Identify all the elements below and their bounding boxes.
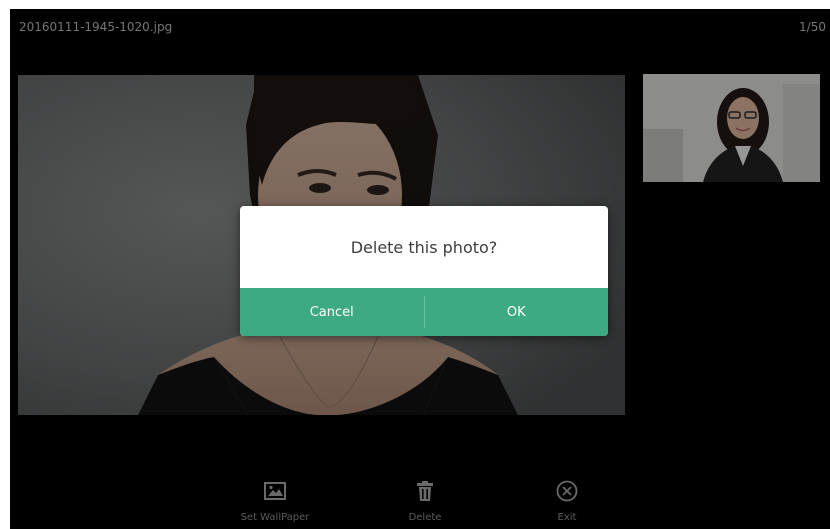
bottom-toolbar: Set WallPaper Delete Exit bbox=[10, 479, 830, 529]
close-circle-icon bbox=[555, 479, 579, 503]
photo-viewer-screen: 20160111-1945-1020.jpg 1/50 Delete this … bbox=[10, 9, 830, 529]
delete-button[interactable]: Delete bbox=[380, 479, 470, 529]
dialog-actions: Cancel OK bbox=[240, 288, 608, 336]
dialog-message: Delete this photo? bbox=[350, 237, 498, 257]
delete-confirm-dialog: Delete this photo? Cancel OK bbox=[240, 206, 608, 336]
set-wallpaper-button[interactable]: Set WallPaper bbox=[230, 479, 320, 529]
ok-button[interactable]: OK bbox=[425, 288, 609, 336]
delete-label: Delete bbox=[408, 512, 442, 523]
exit-button[interactable]: Exit bbox=[522, 479, 612, 529]
image-icon bbox=[263, 479, 287, 503]
set-wallpaper-label: Set WallPaper bbox=[240, 512, 310, 523]
cancel-button[interactable]: Cancel bbox=[240, 288, 424, 336]
trash-icon bbox=[413, 479, 437, 503]
exit-label: Exit bbox=[557, 512, 577, 523]
